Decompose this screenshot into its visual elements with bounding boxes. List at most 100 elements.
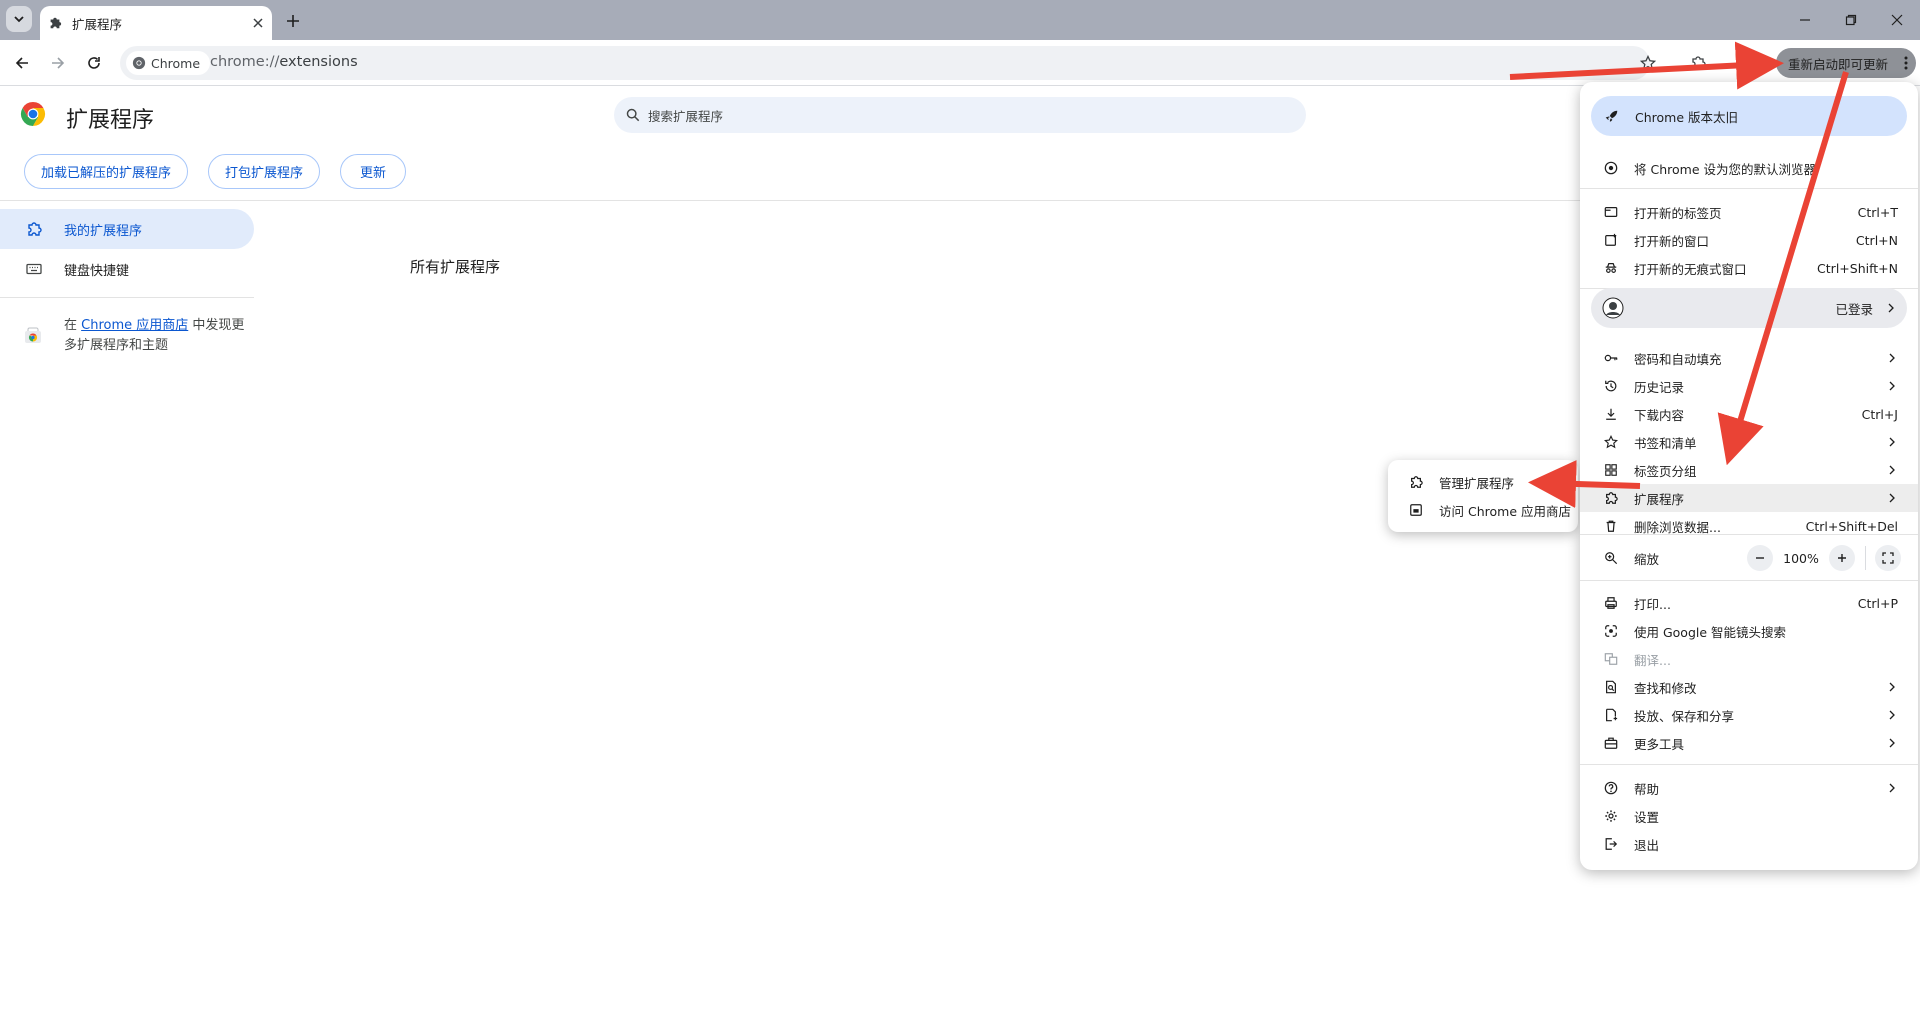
new-tab-icon — [1603, 204, 1619, 220]
menu-item-new-window[interactable]: 打开新的窗口 Ctrl+N — [1580, 226, 1918, 254]
close-icon[interactable] — [252, 17, 264, 29]
zoom-divider — [1865, 546, 1866, 570]
new-tab-button[interactable] — [280, 8, 306, 34]
forward-button[interactable] — [44, 49, 72, 77]
sidebar-item-my-extensions[interactable]: 我的扩展程序 — [0, 209, 254, 249]
reload-button[interactable] — [80, 49, 108, 77]
sidebar-item-shortcuts[interactable]: 键盘快捷键 — [0, 249, 254, 289]
webstore-prefix: 在 — [64, 318, 82, 333]
menu-item-more-tools[interactable]: 更多工具 — [1580, 729, 1918, 757]
menu-item-tab-groups[interactable]: 标签页分组 — [1580, 456, 1918, 484]
history-icon — [1603, 378, 1619, 394]
trash-icon — [1603, 518, 1619, 534]
zoom-in-button[interactable] — [1829, 545, 1855, 571]
url-text[interactable]: chrome://extensions — [210, 54, 358, 70]
update-extensions-button[interactable]: 更新 — [340, 154, 406, 189]
chevron-right-icon — [1889, 682, 1895, 692]
shortcut-label: Ctrl+Shift+N — [1817, 260, 1898, 276]
restore-button[interactable] — [1828, 0, 1874, 40]
menu-item-profile[interactable]: 已登录 — [1591, 288, 1907, 328]
chevron-right-icon — [1889, 710, 1895, 720]
star-icon — [1603, 434, 1619, 450]
menu-label: 标签页分组 — [1634, 463, 1697, 479]
menu-item-extensions[interactable]: 扩展程序 — [1580, 484, 1918, 512]
menu-item-new-tab[interactable]: 打开新的标签页 Ctrl+T — [1580, 198, 1918, 226]
chrome-icon — [1603, 160, 1619, 176]
menu-label: 将 Chrome 设为您的默认浏览器 — [1634, 161, 1816, 177]
puzzle-icon — [28, 222, 42, 236]
menu-item-exit[interactable]: 退出 — [1580, 830, 1918, 858]
menu-item-clear-data[interactable]: 删除浏览数据... Ctrl+Shift+Del — [1580, 512, 1918, 540]
menu-item-downloads[interactable]: 下载内容 Ctrl+J — [1580, 400, 1918, 428]
menu-item-outdated[interactable]: Chrome 版本太旧 — [1591, 96, 1907, 136]
menu-item-cast-save-share[interactable]: 投放、保存和分享 — [1580, 701, 1918, 729]
page-title: 扩展程序 — [66, 108, 155, 133]
chrome-icon — [132, 56, 146, 70]
menu-label: 删除浏览数据... — [1634, 519, 1721, 535]
print-icon — [1603, 595, 1619, 611]
update-restart-button[interactable]: 重新启动即可更新 — [1776, 48, 1916, 78]
menu-item-translate[interactable]: 翻译... — [1580, 645, 1918, 673]
puzzle-icon — [1603, 490, 1619, 506]
webstore-promo: 在 Chrome 应用商店 中发现更多扩展程序和主题 — [64, 316, 254, 356]
webstore-link[interactable]: Chrome 应用商店 — [81, 318, 188, 333]
menu-label: 打开新的窗口 — [1634, 233, 1710, 249]
new-window-icon — [1603, 232, 1619, 248]
menu-label: 投放、保存和分享 — [1634, 708, 1735, 724]
fullscreen-button[interactable] — [1875, 545, 1901, 571]
chip-label: Chrome — [151, 55, 201, 71]
plus-icon — [287, 15, 299, 27]
menu-item-help[interactable]: 帮助 — [1580, 774, 1918, 802]
menu-item-set-default[interactable]: 将 Chrome 设为您的默认浏览器 — [1580, 154, 1918, 182]
exit-icon — [1603, 836, 1619, 852]
back-button[interactable] — [8, 49, 36, 77]
extensions-search-input[interactable]: 搜索扩展程序 — [614, 97, 1306, 133]
tab-title: 扩展程序 — [72, 16, 123, 32]
puzzle-icon — [1408, 474, 1424, 490]
find-page-icon — [1603, 679, 1619, 695]
tab-search-button[interactable] — [6, 6, 32, 32]
incognito-icon — [1603, 260, 1619, 276]
arrow-left-icon — [15, 57, 28, 69]
chevron-right-icon — [1889, 437, 1895, 447]
site-chip[interactable]: Chrome — [126, 51, 211, 75]
chevron-right-icon — [1889, 465, 1895, 475]
menu-divider — [1580, 534, 1918, 535]
webstore-icon — [24, 326, 42, 344]
chevron-right-icon — [1888, 303, 1894, 313]
load-unpacked-button[interactable]: 加载已解压的扩展程序 — [24, 154, 188, 189]
menu-item-bookmarks[interactable]: 书签和清单 — [1580, 428, 1918, 456]
tab-extensions[interactable]: 扩展程序 — [40, 6, 272, 40]
menu-divider — [1580, 764, 1918, 765]
menu-label: 使用 Google 智能镜头搜索 — [1634, 624, 1787, 640]
menu-item-find[interactable]: 查找和修改 — [1580, 673, 1918, 701]
shortcut-label: Ctrl+P — [1857, 595, 1898, 611]
more-vert-icon — [1904, 56, 1908, 70]
lens-icon — [1603, 623, 1619, 639]
reload-icon — [88, 57, 100, 69]
zoom-out-button[interactable] — [1747, 545, 1773, 571]
menu-label: 查找和修改 — [1634, 680, 1697, 696]
bookmark-star-icon[interactable] — [1640, 55, 1656, 71]
minimize-button[interactable] — [1782, 0, 1828, 40]
menu-item-passwords[interactable]: 密码和自动填充 — [1580, 344, 1918, 372]
toolbox-icon — [1603, 735, 1619, 751]
chevron-right-icon — [1889, 783, 1895, 793]
menu-item-history[interactable]: 历史记录 — [1580, 372, 1918, 400]
zoom-icon — [1603, 550, 1619, 566]
header-divider — [0, 200, 1580, 201]
chrome-logo-icon — [20, 101, 46, 127]
sidebar-item-label: 我的扩展程序 — [64, 223, 143, 239]
submenu-visit-webstore[interactable]: 访问 Chrome 应用商店 — [1388, 496, 1578, 524]
pack-extension-button[interactable]: 打包扩展程序 — [208, 154, 320, 189]
menu-item-lens[interactable]: 使用 Google 智能镜头搜索 — [1580, 617, 1918, 645]
close-window-button[interactable] — [1874, 0, 1920, 40]
menu-item-settings[interactable]: 设置 — [1580, 802, 1918, 830]
menu-item-incognito[interactable]: 打开新的无痕式窗口 Ctrl+Shift+N — [1580, 254, 1918, 282]
menu-label: 打印... — [1634, 596, 1671, 612]
menu-item-print[interactable]: 打印... Ctrl+P — [1580, 589, 1918, 617]
close-icon — [1891, 14, 1903, 26]
submenu-manage-extensions[interactable]: 管理扩展程序 — [1388, 468, 1578, 496]
extensions-puzzle-icon[interactable] — [1690, 55, 1706, 71]
submenu-label: 访问 Chrome 应用商店 — [1439, 503, 1571, 519]
